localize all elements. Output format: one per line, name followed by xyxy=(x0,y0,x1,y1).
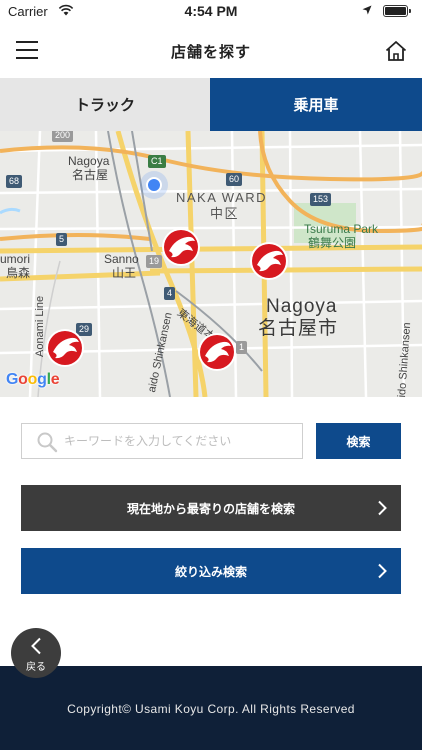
status-bar: Carrier 4:54 PM xyxy=(0,0,422,22)
route-shield-60: 60 xyxy=(226,173,243,186)
search-input-wrap xyxy=(21,423,303,459)
filter-search-button[interactable]: 絞り込み検索 xyxy=(21,548,401,594)
keyword-search: 検索 xyxy=(21,423,401,459)
store-marker-pin[interactable] xyxy=(161,227,201,267)
store-map[interactable]: Nagoya 名古屋 NAKA WARD 中区 Tsuruma Park 鶴舞公… xyxy=(0,131,422,397)
location-arrow-icon xyxy=(362,5,372,15)
map-label-sanno-jp: 山王 xyxy=(112,266,137,280)
search-button[interactable]: 検索 xyxy=(316,423,401,459)
map-label-nagoya-city: Nagoya xyxy=(266,296,338,317)
page-title: 店舗を探す xyxy=(170,44,251,61)
battery-tip xyxy=(409,9,411,13)
store-marker-pin[interactable] xyxy=(45,328,85,368)
chevron-right-icon xyxy=(378,563,387,579)
route-shield-4: 4 xyxy=(164,287,176,300)
chevron-left-icon xyxy=(31,637,41,655)
map-label-nagoya-station-jp: 名古屋 xyxy=(72,168,109,182)
tab-truck[interactable]: トラック xyxy=(0,78,210,131)
nearest-store-label: 現在地から最寄りの店舗を検索 xyxy=(126,501,295,516)
footer: Copyright© Usami Koyu Corp. All Rights R… xyxy=(0,666,422,750)
store-marker-pin[interactable] xyxy=(197,332,237,372)
header: 店舗を探す xyxy=(0,22,422,78)
route-shield-5: 5 xyxy=(56,233,68,246)
back-button[interactable]: 戻る xyxy=(11,628,61,678)
back-label: 戻る xyxy=(26,662,46,673)
copyright-text: Copyright© Usami Koyu Corp. All Rights R… xyxy=(67,702,355,716)
map-label-umori-jp: 鳥森 xyxy=(6,266,31,280)
map-label-umori: umori xyxy=(0,252,31,266)
store-marker-pin[interactable] xyxy=(249,241,289,281)
map-label-naka-ward: NAKA WARD xyxy=(176,190,268,205)
route-shield-1: 1 xyxy=(236,341,248,354)
chevron-right-icon xyxy=(378,500,387,516)
home-icon[interactable] xyxy=(384,39,408,63)
filter-search-label: 絞り込み検索 xyxy=(174,564,247,579)
map-label-nagoya-city-jp: 名古屋市 xyxy=(258,318,339,339)
map-label-tsuruma-koen: 鶴舞公園 xyxy=(308,236,357,250)
google-logo: Google xyxy=(6,371,60,388)
tab-passenger-car[interactable]: 乗用車 xyxy=(210,78,422,131)
map-label-sanno: Sanno xyxy=(104,252,139,266)
route-shield-c1: C1 xyxy=(148,155,166,168)
route-shield-153: 153 xyxy=(310,193,332,206)
clock: 4:54 PM xyxy=(184,3,238,19)
route-shield-200: 200 xyxy=(52,131,74,142)
map-label-tsuruma-park: Tsuruma Park xyxy=(304,222,379,236)
battery-icon xyxy=(383,5,408,17)
nearest-store-button[interactable]: 現在地から最寄りの店舗を検索 xyxy=(21,485,401,531)
vehicle-tabs: トラック 乗用車 xyxy=(0,78,422,131)
search-icon xyxy=(37,432,58,453)
search-input[interactable] xyxy=(64,424,300,458)
map-label-naka-ku: 中区 xyxy=(210,206,240,221)
route-shield-19: 19 xyxy=(146,255,163,268)
current-location-dot xyxy=(146,177,162,193)
map-label-nagoya-station: Nagoya xyxy=(68,154,110,168)
route-shield-68: 68 xyxy=(6,175,23,188)
